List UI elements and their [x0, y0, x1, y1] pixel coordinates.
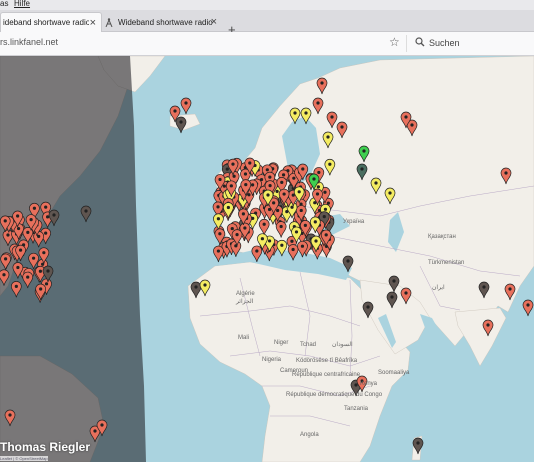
map-label: Tchad [300, 342, 317, 348]
navigation-bar: rs.linkfanel.net ☆ Suchen [0, 32, 534, 56]
map-label: République démocratique du Congo [286, 392, 383, 398]
map-view[interactable]: Україна Қазақстан Türkmenistan ایران Alg… [0, 56, 534, 462]
map-label: Ködörösêse tî Bêafrîka [296, 358, 358, 364]
tab-title: Wideband shortwave radio rece [118, 17, 214, 27]
map-label: Україна [343, 219, 365, 225]
receiver-pin[interactable] [522, 299, 534, 317]
map-label: Mali [238, 335, 250, 341]
map-label: Niger [274, 340, 289, 346]
map-label: ایران [432, 285, 445, 291]
close-tab-icon[interactable]: × [90, 17, 96, 29]
bookmark-star-icon[interactable]: ☆ [389, 35, 400, 49]
url-bar[interactable]: rs.linkfanel.net [0, 37, 58, 47]
tab-active[interactable]: ideband shortwave radio rece × [0, 12, 102, 32]
map-label: République centrafricaine [292, 372, 361, 378]
map-label: Angola [300, 432, 319, 438]
map-label: الجزائر [236, 299, 254, 305]
map-attribution[interactable]: Leaflet | © OpenStreetMap [0, 456, 48, 461]
map-label: Tanzania [344, 406, 369, 412]
map-label: Türkmenistan [428, 260, 465, 266]
receiver-pin[interactable] [180, 97, 192, 115]
world-map [0, 56, 534, 462]
close-tab-icon[interactable]: × [211, 16, 217, 28]
watermark-text: Thomas Riegler [0, 440, 91, 454]
tab-strip: ideband shortwave radio rece × Wideband … [0, 10, 534, 37]
tab-title: ideband shortwave radio rece [3, 18, 89, 27]
receiver-pin[interactable] [213, 245, 224, 263]
radio-tower-icon [105, 18, 113, 27]
menu-bar: as Hilfe [0, 0, 534, 10]
menu-item[interactable]: as [0, 0, 8, 8]
map-label: Kenya [360, 381, 378, 387]
search-label: Suchen [429, 38, 460, 48]
search-input[interactable]: Suchen [406, 35, 534, 52]
search-icon [415, 37, 425, 47]
map-label: Algérie [236, 291, 255, 297]
map-label: Nigeria [262, 357, 282, 363]
night-shade [0, 56, 146, 462]
map-label: Soomaaliya [378, 370, 410, 376]
receiver-pin[interactable] [175, 116, 187, 134]
map-label: السودان [332, 342, 353, 348]
menu-item-help[interactable]: Hilfe [14, 0, 30, 8]
map-label: Қазақстан [428, 234, 456, 240]
tab-inactive[interactable]: Wideband shortwave radio rece × [104, 12, 222, 32]
